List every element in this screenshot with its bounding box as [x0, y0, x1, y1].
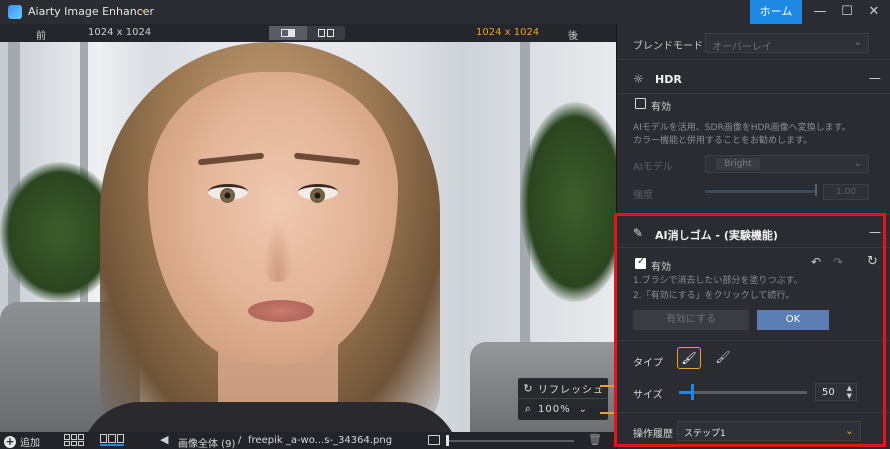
split-view-button[interactable]	[269, 26, 307, 40]
hdr-model-select[interactable]: Bright ⌄	[705, 155, 869, 173]
split-view-icon	[281, 29, 295, 37]
refresh-label: リフレッシュ	[538, 384, 604, 396]
blend-mode-select[interactable]: オーバーレイ ⌄	[705, 33, 869, 53]
grid-view-button[interactable]	[64, 434, 84, 446]
hdr-strength-label: 強度	[633, 190, 653, 201]
app-logo-icon	[8, 5, 22, 19]
compare-bar: 前 1024 x 1024 1024 x 1024 後	[0, 24, 616, 42]
background-plant	[520, 102, 616, 302]
chevron-down-icon: ⌄	[853, 158, 862, 169]
left-eye	[208, 184, 248, 203]
subject-face	[148, 72, 398, 364]
compare-mode-toggle	[269, 26, 345, 40]
hdr-description-2: カラー機能と併用することをお勧めします。	[633, 136, 813, 146]
view-controls: ↻ リフレッシュ ⌕ 100% ⌄	[518, 378, 608, 420]
hdr-enable-label: 有効	[651, 102, 671, 113]
refresh-button[interactable]: ↻ リフレッシュ	[518, 378, 608, 398]
right-eyebrow	[293, 152, 361, 166]
breadcrumb-all-images[interactable]: 画像全体 (9)	[178, 435, 235, 449]
highlight-frame	[614, 213, 886, 447]
after-resolution: 1024 x 1024	[476, 27, 540, 38]
before-resolution: 1024 x 1024	[88, 27, 152, 38]
thumbnail-size-handle[interactable]	[446, 435, 449, 446]
app-title: Aiarty Image Enhancer	[28, 5, 155, 18]
before-label: 前	[36, 31, 46, 42]
subject-clothing	[80, 402, 460, 432]
hdr-strength-slider[interactable]	[705, 190, 815, 193]
hdr-strength-handle[interactable]	[815, 184, 817, 196]
hdr-enable-checkbox[interactable]	[635, 98, 646, 109]
hdr-strength-value[interactable]: 1.00	[823, 184, 869, 200]
close-button[interactable]: ✕	[859, 0, 889, 24]
title-bar: Aiarty Image Enhancer ⌄ ホーム — ☐ ✕	[0, 0, 890, 24]
blend-mode-row: ブレンドモード オーバーレイ ⌄	[617, 24, 890, 60]
compare-handle-marker	[600, 385, 614, 387]
zoom-select[interactable]: ⌕ 100% ⌄	[518, 399, 608, 419]
current-filename: freepik _a-wo...s-_34364.png	[248, 435, 393, 446]
blend-mode-value: オーバーレイ	[712, 42, 772, 53]
hdr-description-1: AIモデルを活用、SDR画像をHDR画像へ変換します。	[633, 123, 851, 133]
add-button[interactable]: + 追加	[4, 434, 40, 449]
side-by-side-button[interactable]	[307, 26, 345, 40]
subject-nose	[263, 222, 293, 282]
hdr-sun-icon: ☼	[633, 72, 644, 86]
refresh-icon: ↻	[523, 381, 533, 395]
app-window: Aiarty Image Enhancer ⌄ ホーム — ☐ ✕ 前 1024…	[0, 0, 890, 449]
minimize-button[interactable]: —	[805, 0, 835, 24]
zoom-value: 100%	[538, 403, 571, 415]
left-eyebrow	[197, 152, 265, 166]
filmstrip-view-button[interactable]	[100, 434, 124, 446]
subject-lips	[248, 300, 314, 322]
thumbnail-size-icon	[428, 435, 440, 445]
blend-mode-label: ブレンドモード	[633, 41, 703, 52]
thumbnail-size-slider[interactable]	[446, 440, 574, 442]
home-button[interactable]: ホーム	[750, 0, 802, 24]
collapse-icon[interactable]: —	[869, 71, 881, 85]
trash-icon[interactable]: 🗑	[588, 433, 602, 446]
chevron-down-icon: ⌄	[853, 37, 862, 48]
right-eye	[298, 184, 338, 203]
back-arrow-icon[interactable]: ◀	[160, 433, 168, 446]
maximize-button[interactable]: ☐	[832, 0, 862, 24]
hdr-model-label: AIモデル	[633, 162, 673, 173]
add-label: 追加	[20, 438, 40, 449]
breadcrumb-separator: /	[238, 435, 242, 446]
app-menu-chevron-icon[interactable]: ⌄	[139, 4, 147, 15]
compare-handle-marker	[600, 412, 614, 414]
after-label: 後	[568, 31, 578, 42]
bottom-bar: + 追加 ◀ 画像全体 (9) / freepik _a-wo...s-_343…	[0, 432, 616, 449]
hdr-section-header[interactable]: ☼ HDR —	[617, 64, 890, 94]
zoom-icon: ⌕	[524, 402, 532, 415]
hdr-title: HDR	[655, 73, 682, 86]
image-preview[interactable]	[0, 42, 616, 432]
hdr-model-value: Bright	[716, 158, 760, 170]
chevron-down-icon: ⌄	[578, 403, 587, 415]
add-icon: +	[4, 434, 16, 448]
side-by-side-icon	[318, 29, 334, 37]
